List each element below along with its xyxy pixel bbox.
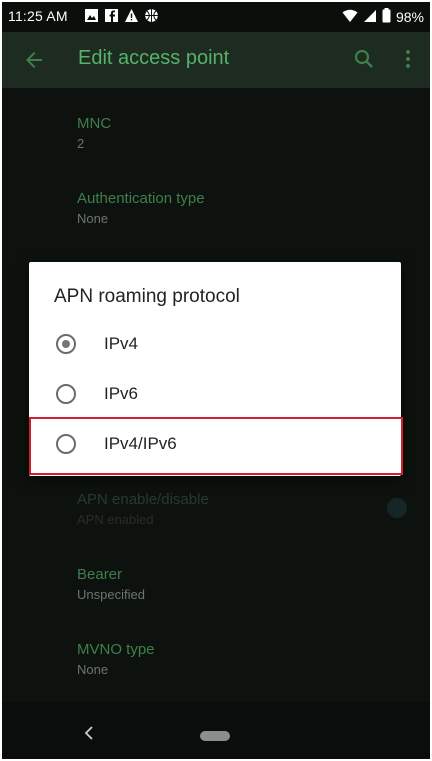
navigation-bar bbox=[2, 702, 430, 759]
setting-authentication-type[interactable]: Authentication type None bbox=[77, 190, 205, 226]
gallery-icon bbox=[84, 8, 99, 23]
setting-title: APN enable/disable bbox=[77, 491, 209, 508]
radio-selected-icon[interactable] bbox=[56, 334, 76, 354]
home-pill-icon[interactable] bbox=[200, 731, 230, 741]
facebook-icon bbox=[104, 8, 119, 23]
screen: 11:25 AM 98% Edit access point MNC 2 Aut… bbox=[2, 2, 430, 759]
setting-title: Authentication type bbox=[77, 190, 205, 207]
option-ipv6[interactable]: IPv6 bbox=[29, 369, 401, 419]
setting-mvno-type[interactable]: MVNO type None bbox=[77, 641, 155, 677]
status-bar: 11:25 AM 98% bbox=[2, 2, 430, 32]
wifi-icon bbox=[342, 9, 358, 26]
apn-enable-toggle[interactable] bbox=[387, 498, 407, 518]
option-label: IPv6 bbox=[104, 384, 139, 403]
option-ipv4[interactable]: IPv4 bbox=[29, 319, 401, 369]
setting-value: APN enabled bbox=[77, 512, 154, 527]
signal-icon bbox=[363, 9, 377, 26]
setting-bearer[interactable]: Bearer Unspecified bbox=[77, 566, 145, 602]
dialog-title: APN roaming protocol bbox=[54, 286, 240, 307]
setting-value: Unspecified bbox=[77, 587, 145, 602]
setting-title: MNC bbox=[77, 115, 112, 132]
battery-icon bbox=[382, 8, 391, 26]
search-icon[interactable] bbox=[352, 47, 376, 71]
battery-percent: 98% bbox=[395, 9, 424, 25]
more-vert-icon[interactable] bbox=[396, 47, 420, 71]
status-time: 11:25 AM bbox=[8, 8, 68, 24]
page-title: Edit access point bbox=[78, 47, 230, 69]
nav-back-icon[interactable] bbox=[82, 726, 96, 740]
basketball-icon bbox=[144, 8, 159, 23]
notification-icons bbox=[84, 8, 159, 23]
option-label: IPv4 bbox=[104, 334, 139, 353]
back-arrow-icon[interactable] bbox=[22, 48, 46, 72]
setting-mnc[interactable]: MNC 2 bbox=[77, 115, 111, 151]
alert-icon bbox=[124, 8, 139, 23]
setting-apn-enable-disable[interactable]: APN enable/disable APN enabled bbox=[77, 491, 209, 527]
setting-value: None bbox=[77, 662, 109, 677]
highlight-box bbox=[29, 417, 403, 475]
setting-value: 2 bbox=[77, 136, 85, 151]
setting-title: Bearer bbox=[77, 566, 123, 583]
setting-title: MVNO type bbox=[77, 641, 155, 658]
radio-unselected-icon[interactable] bbox=[56, 384, 76, 404]
system-indicators: 98% bbox=[342, 8, 424, 26]
app-bar: Edit access point bbox=[2, 32, 430, 88]
setting-value: None bbox=[77, 211, 109, 226]
